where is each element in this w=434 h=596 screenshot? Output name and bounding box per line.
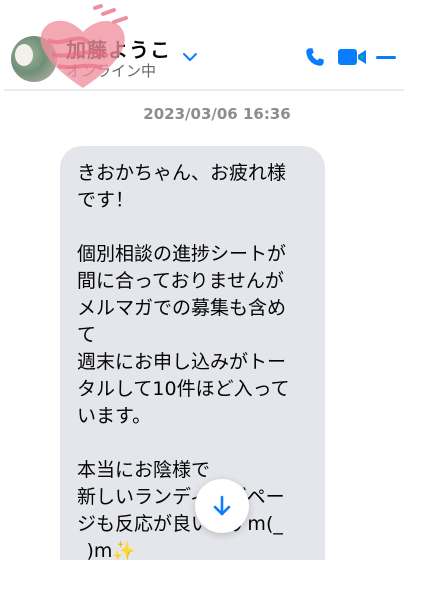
- arrow-down-icon: [213, 495, 231, 516]
- messenger-chat-screen: 加藤ようこ オンライン中 2023/03/06 16:36 きおかちゃん、お疲れ…: [0, 0, 434, 596]
- message-line: です！: [77, 189, 135, 211]
- contact-status: オンライン中: [66, 62, 157, 80]
- message-line: 間に合っておりませんが: [77, 270, 284, 292]
- sparkles-emoji: ✨: [112, 540, 137, 562]
- message-line: て: [77, 324, 97, 346]
- message-line: タルして10件ほど入って: [77, 378, 290, 400]
- chevron-down-icon[interactable]: [182, 52, 198, 62]
- message-line: きおかちゃん、お疲れ様: [77, 162, 287, 184]
- phone-icon[interactable]: [304, 46, 326, 68]
- message-line: 週末にお申し込みがトー: [77, 351, 287, 373]
- message-line: 個別相談の進捗シートが: [77, 243, 287, 265]
- message-line: 本当にお陰様で: [77, 459, 211, 481]
- contact-avatar[interactable]: [11, 36, 57, 82]
- scroll-to-bottom-button[interactable]: [195, 479, 249, 533]
- chat-header: 加藤ようこ オンライン中: [0, 0, 434, 91]
- video-camera-icon[interactable]: [337, 46, 369, 68]
- message-line: ジも反応が良いですm(_: [77, 513, 283, 535]
- message-line: メルマガでの募集も含め: [77, 297, 287, 319]
- message-timestamp: 2023/03/06 16:36: [143, 105, 291, 123]
- bottom-cutoff: [0, 560, 434, 596]
- contact-name[interactable]: 加藤ようこ: [66, 34, 171, 63]
- avatar-flower-icon: [15, 44, 33, 66]
- message-line: います。: [77, 405, 152, 427]
- header-divider: [4, 89, 404, 91]
- message-line: 新しいランディングペー: [77, 486, 285, 508]
- message-line: _)m: [77, 540, 113, 562]
- minus-icon[interactable]: [375, 46, 397, 68]
